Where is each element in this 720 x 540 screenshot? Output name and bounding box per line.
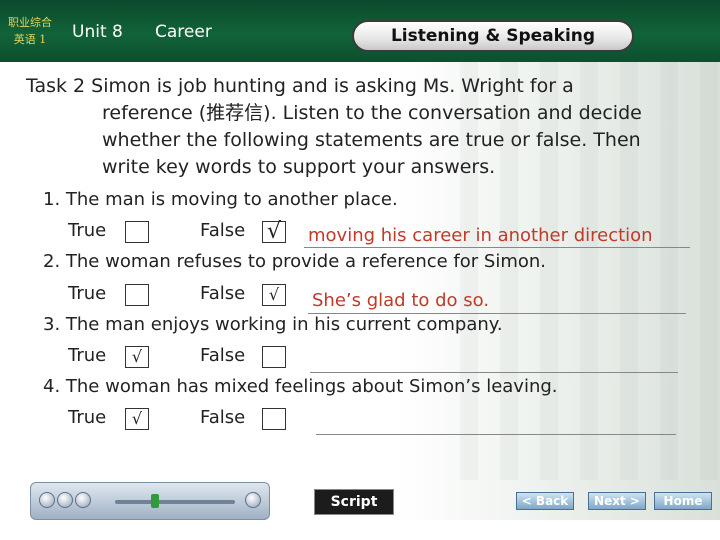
stop-icon[interactable] bbox=[75, 492, 91, 508]
logo-line-2: 英语 1 bbox=[13, 33, 47, 46]
q1-true-label: True bbox=[68, 220, 107, 241]
q2-false-label: False bbox=[200, 283, 246, 304]
progress-track[interactable] bbox=[115, 500, 235, 504]
course-logo: 职业综合 英语 1 bbox=[2, 14, 58, 48]
q3-false-label: False bbox=[200, 345, 246, 366]
task-line-1: Task 2 Simon is job hunting and is askin… bbox=[26, 75, 574, 97]
question-1: 1. The man is moving to another place. bbox=[43, 189, 398, 210]
q2-true-label: True bbox=[68, 283, 107, 304]
audio-player bbox=[30, 482, 270, 520]
q4-false-label: False bbox=[200, 407, 246, 428]
progress-handle[interactable] bbox=[151, 494, 159, 508]
task-instructions: Task 2 Simon is job hunting and is askin… bbox=[26, 73, 686, 181]
footer-band bbox=[0, 520, 720, 540]
back-button[interactable]: < Back bbox=[516, 492, 574, 510]
logo-line-1: 职业综合 bbox=[8, 16, 52, 29]
section-button[interactable]: Listening & Speaking bbox=[352, 20, 634, 52]
q1-false-checkbox[interactable]: √ bbox=[262, 221, 286, 243]
q1-keywords: moving his career in another direction bbox=[308, 225, 653, 246]
task-line-4: write key words to support your answers. bbox=[102, 156, 496, 178]
home-button[interactable]: Home bbox=[654, 492, 712, 510]
q1-true-checkbox[interactable] bbox=[125, 221, 149, 243]
topic-label: Career bbox=[155, 22, 212, 42]
q4-answer-line bbox=[316, 434, 676, 435]
next-button[interactable]: Next > bbox=[588, 492, 646, 510]
script-button[interactable]: Script bbox=[314, 489, 394, 515]
question-4: 4. The woman has mixed feelings about Si… bbox=[43, 376, 558, 397]
q4-false-checkbox[interactable] bbox=[262, 408, 286, 430]
q2-false-checkbox[interactable]: √ bbox=[262, 284, 286, 306]
q1-answer-line bbox=[304, 247, 690, 248]
question-3: 3. The man enjoys working in his current… bbox=[43, 314, 503, 335]
q3-answer-line bbox=[310, 372, 678, 373]
play-icon[interactable] bbox=[39, 492, 55, 508]
volume-icon[interactable] bbox=[245, 492, 261, 508]
task-line-2: reference (推荐信). Listen to the conversat… bbox=[102, 102, 642, 124]
q4-true-label: True bbox=[68, 407, 107, 428]
q4-true-checkbox[interactable]: √ bbox=[125, 408, 149, 430]
question-2: 2. The woman refuses to provide a refere… bbox=[43, 251, 547, 272]
q3-false-checkbox[interactable] bbox=[262, 346, 286, 368]
q2-true-checkbox[interactable] bbox=[125, 284, 149, 306]
q1-false-label: False bbox=[200, 220, 246, 241]
q3-true-label: True bbox=[68, 345, 107, 366]
unit-label: Unit 8 bbox=[72, 22, 123, 42]
pause-icon[interactable] bbox=[57, 492, 73, 508]
header-bar: 职业综合 英语 1 Unit 8 Career Listening & Spea… bbox=[0, 0, 720, 62]
q2-keywords: She’s glad to do so. bbox=[312, 290, 490, 311]
q3-true-checkbox[interactable]: √ bbox=[125, 346, 149, 368]
task-line-3: whether the following statements are tru… bbox=[102, 129, 641, 151]
